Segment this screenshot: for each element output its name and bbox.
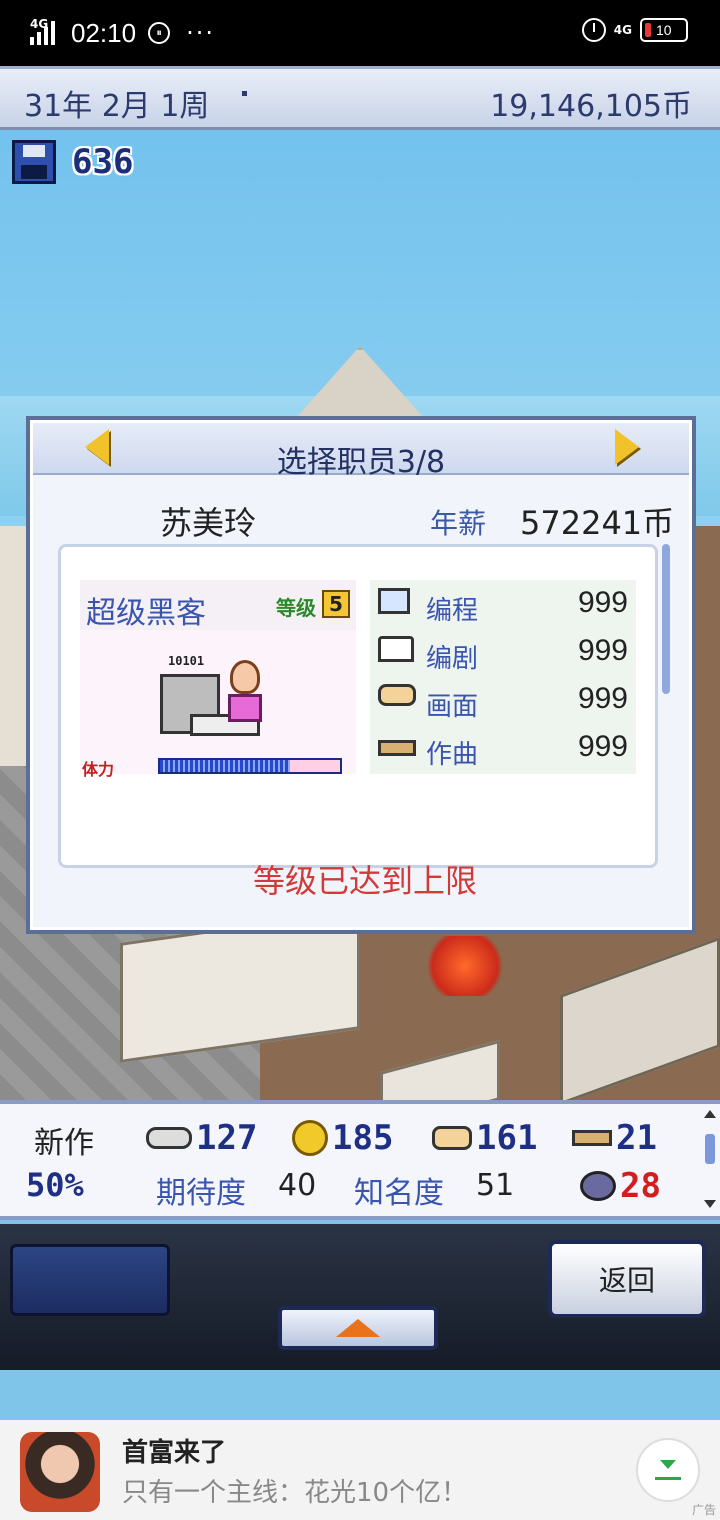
scroll-down-icon[interactable] xyxy=(704,1200,716,1208)
triangle-up-icon xyxy=(336,1319,380,1337)
disk-count: 636 xyxy=(72,142,134,182)
skills-panel: 编程 999 编剧 999 画面 999 作曲 999 xyxy=(370,580,636,774)
bugs-value: 28 xyxy=(620,1166,661,1206)
next-employee-arrow-icon[interactable] xyxy=(615,429,639,465)
date-marker xyxy=(242,91,247,96)
new-game-label: 新作 xyxy=(34,1126,94,1161)
skill-name: 编程 xyxy=(426,596,479,626)
ad-avatar xyxy=(20,1432,100,1512)
skill-value: 999 xyxy=(577,682,628,715)
gamepad-icon xyxy=(146,1127,192,1149)
employee-name: 苏美玲 xyxy=(160,504,257,542)
skill-name: 编剧 xyxy=(426,644,479,674)
stamina-bar xyxy=(158,758,342,774)
bug-icon xyxy=(580,1171,616,1201)
fame-value: 51 xyxy=(476,1168,515,1203)
skill-value: 999 xyxy=(577,586,628,619)
salary-value: 572241币 xyxy=(520,504,675,542)
employee-card[interactable]: 超级黑客 等级 5 10101 体力 xyxy=(80,580,356,779)
floppy-disk-icon xyxy=(12,140,56,184)
book-icon xyxy=(378,636,414,662)
bugs-stat: 28 xyxy=(580,1166,661,1206)
coin-icon xyxy=(292,1120,328,1156)
skill-value: 999 xyxy=(577,730,628,763)
skill-row: 编剧 999 xyxy=(370,628,636,676)
money-display: 19,146,105币 xyxy=(490,89,692,124)
status-bar: 4G 02:10 ⏸ ··· 4G 10 xyxy=(0,0,720,66)
fame-label: 知名度 xyxy=(354,1176,444,1211)
employee-body-sprite xyxy=(228,694,262,722)
battery-icon: 10 xyxy=(640,18,688,42)
employee-portrait: 10101 xyxy=(160,654,276,744)
back-button[interactable]: 返回 xyxy=(548,1240,706,1318)
menu-button[interactable] xyxy=(10,1244,170,1316)
job-header: 超级黑客 等级 5 xyxy=(80,580,356,631)
graphics-value: 161 xyxy=(476,1118,538,1158)
clock: 02:10 xyxy=(71,17,137,48)
portrait-binary-text: 10101 xyxy=(168,654,205,668)
stamina-label: 体力 xyxy=(82,760,115,779)
fire-effect xyxy=(420,936,510,996)
level-value: 5 xyxy=(322,590,350,618)
control-bar: 返回 xyxy=(0,1224,720,1370)
top-info-bar: 31年 2月 1周 19,146,105币 xyxy=(0,66,720,130)
employee-head-sprite xyxy=(230,660,260,694)
salary-label: 年薪 xyxy=(430,507,487,540)
job-title: 超级黑客 xyxy=(86,596,206,631)
ad-subtitle: 只有一个主线：花光10个亿！ xyxy=(122,1478,468,1508)
stamina-fill xyxy=(160,760,290,772)
music-icon xyxy=(572,1130,612,1146)
dialog-header: 选择职员3/8 xyxy=(33,423,689,480)
network-type: 4G xyxy=(613,23,632,37)
notification-icon: ⏸ xyxy=(148,22,171,44)
skill-row: 编程 999 xyxy=(370,580,636,628)
scroll-thumb[interactable] xyxy=(705,1134,715,1164)
creativity-value: 185 xyxy=(332,1118,394,1158)
game-date: 31年 2月 1周 xyxy=(24,89,210,124)
sound-value: 21 xyxy=(616,1118,657,1158)
paint-icon xyxy=(432,1126,472,1150)
expectation-value: 40 xyxy=(278,1168,317,1203)
music-icon xyxy=(378,740,416,756)
download-icon xyxy=(660,1460,676,1469)
skill-row: 作曲 999 xyxy=(370,724,636,772)
stats-scrollbar[interactable] xyxy=(704,1110,716,1214)
ad-title: 首富来了 xyxy=(122,1438,227,1468)
monitor-icon xyxy=(378,588,410,614)
creativity-stat: 185 xyxy=(292,1118,393,1158)
level-limit-message: 等级已达到上限 xyxy=(252,862,477,900)
expand-up-button[interactable] xyxy=(278,1306,438,1350)
sound-stat: 21 xyxy=(572,1118,657,1158)
detail-scrollbar[interactable] xyxy=(662,544,670,694)
fun-stat: 127 xyxy=(146,1118,257,1158)
ad-tag: 广告 xyxy=(691,1503,716,1517)
fun-value: 127 xyxy=(196,1118,258,1158)
ad-download-button[interactable] xyxy=(636,1438,700,1502)
paint-icon xyxy=(378,684,416,706)
graphics-stat: 161 xyxy=(432,1118,537,1158)
skill-name: 画面 xyxy=(426,692,479,722)
skill-row: 画面 999 xyxy=(370,676,636,724)
signal-icon: 4G xyxy=(30,17,55,45)
level-label: 等级 xyxy=(276,596,316,620)
select-employee-dialog: 选择职员3/8 苏美玲 年薪 572241币 超级黑客 等级 5 10101 体… xyxy=(26,416,696,934)
game-screen[interactable]: 31年 2月 1周 19,146,105币 636 选择职员3/8 苏美玲 年薪… xyxy=(0,66,720,1420)
game-stats-panel: 新作 50% 127 185 161 21 期待度 40 知名度 51 28 xyxy=(0,1100,720,1220)
expectation-label: 期待度 xyxy=(156,1176,246,1211)
more-notifications: ··· xyxy=(186,19,215,47)
progress-percent: 50% xyxy=(26,1166,84,1204)
ad-banner[interactable]: 首富来了 只有一个主线：花光10个亿！ 广告 xyxy=(0,1420,720,1520)
skill-name: 作曲 xyxy=(426,740,479,770)
dialog-title: 选择职员3/8 xyxy=(276,445,446,480)
alarm-icon xyxy=(581,18,606,42)
skill-value: 999 xyxy=(577,634,628,667)
scroll-up-icon[interactable] xyxy=(704,1110,716,1118)
